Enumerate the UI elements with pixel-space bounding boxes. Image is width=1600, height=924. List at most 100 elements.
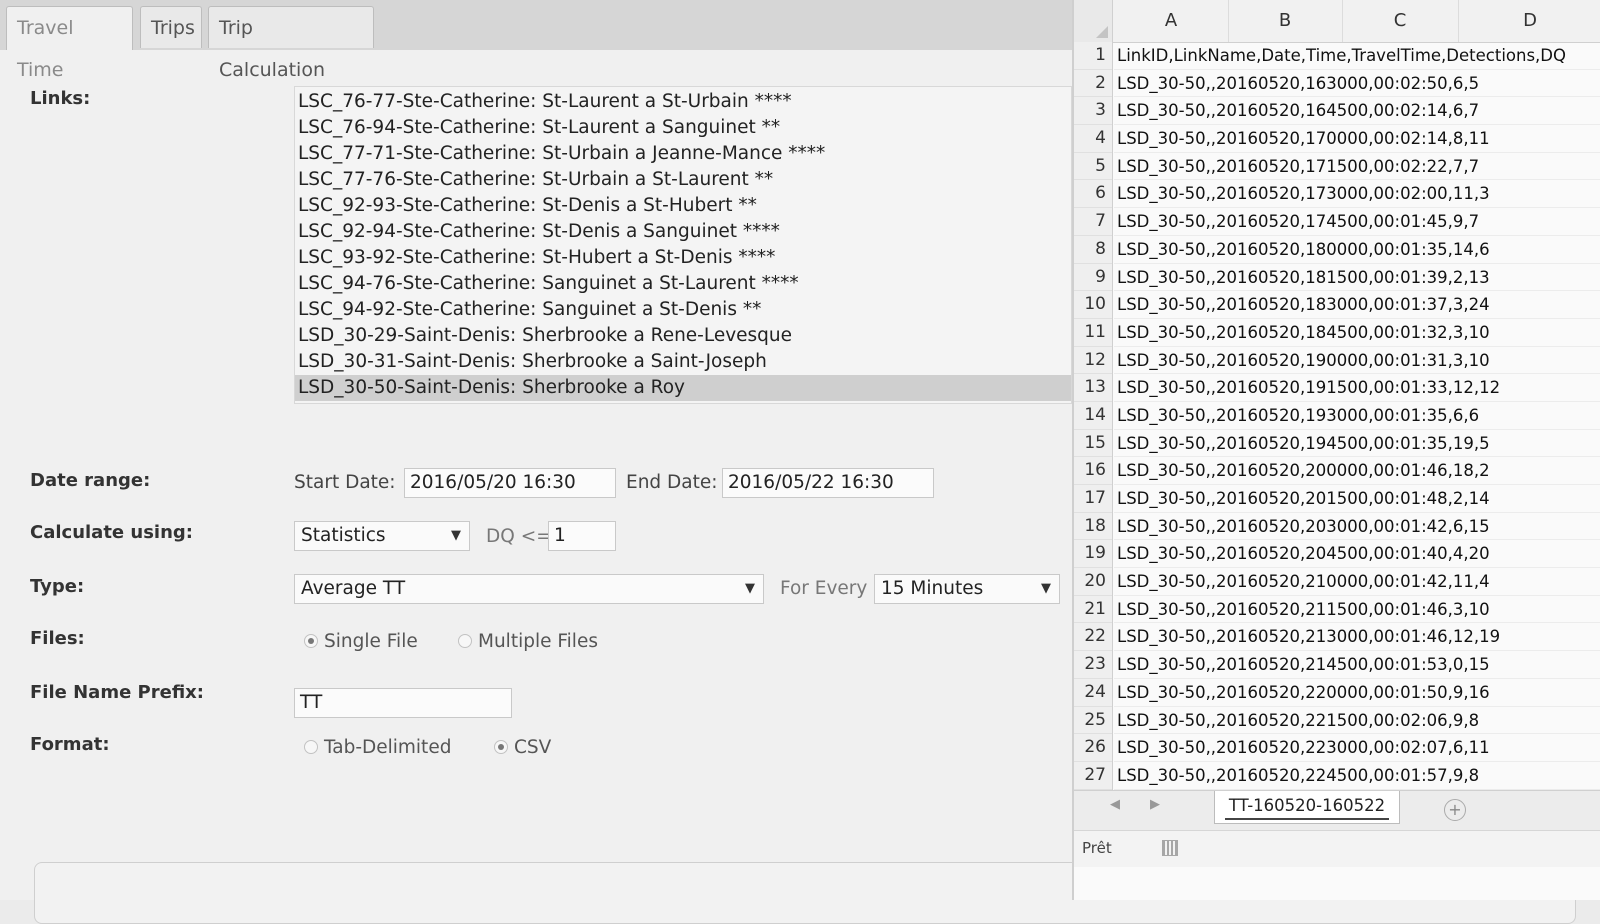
tab-delimited-radio[interactable]: Tab-Delimited: [304, 736, 451, 760]
column-header-b[interactable]: B: [1228, 0, 1343, 42]
row-number[interactable]: 21: [1074, 596, 1112, 624]
row-number[interactable]: 23: [1074, 651, 1112, 679]
row-number[interactable]: 20: [1074, 568, 1112, 596]
row-number[interactable]: 26: [1074, 734, 1112, 762]
single-file-radio[interactable]: Single File: [304, 630, 418, 654]
row-number[interactable]: 12: [1074, 347, 1112, 375]
table-row[interactable]: LSD_30-50,,20160520,170000,00:02:14,8,11: [1114, 125, 1600, 153]
link-list-item[interactable]: LSC_76-77-Ste-Catherine: St-Laurent a St…: [295, 89, 1071, 115]
column-header-c[interactable]: C: [1342, 0, 1459, 42]
row-number[interactable]: 14: [1074, 402, 1112, 430]
row-number[interactable]: 15: [1074, 430, 1112, 458]
row-number[interactable]: 6: [1074, 180, 1112, 209]
row-number[interactable]: 16: [1074, 457, 1112, 485]
table-row[interactable]: LSD_30-50,,20160520,204500,00:01:40,4,20: [1114, 540, 1600, 569]
plus-circle-icon[interactable]: +: [1444, 799, 1466, 821]
table-row[interactable]: LSD_30-50,,20160520,181500,00:01:39,2,13: [1114, 264, 1600, 292]
link-list-item[interactable]: LSD_30-29-Saint-Denis: Sherbrooke a Rene…: [295, 323, 1071, 349]
table-row[interactable]: LSD_30-50,,20160520,211500,00:01:46,3,10: [1114, 596, 1600, 624]
link-list-item[interactable]: LSC_77-71-Ste-Catherine: St-Urbain a Jea…: [295, 141, 1071, 167]
tab-travel-time[interactable]: Travel Time: [6, 6, 133, 81]
dropdown-arrow-icon: ▼: [451, 528, 461, 543]
tab-trips[interactable]: Trips: [140, 6, 202, 48]
link-list-item[interactable]: LSC_92-93-Ste-Catherine: St-Denis a St-H…: [295, 193, 1071, 219]
row-number[interactable]: 8: [1074, 236, 1112, 264]
table-row[interactable]: LSD_30-50,,20160520,201500,00:01:48,2,14: [1114, 485, 1600, 513]
end-date-input[interactable]: 2016/05/22 16:30: [722, 468, 934, 498]
row-number[interactable]: 9: [1074, 264, 1112, 292]
table-row[interactable]: LSD_30-50,,20160520,171500,00:02:22,7,7: [1114, 153, 1600, 181]
sheet-tab-bar: ◀ ▶ TT-160520-160522 +: [1074, 790, 1600, 831]
row-number[interactable]: 10: [1074, 291, 1112, 319]
table-row[interactable]: LSD_30-50,,20160520,220000,00:01:50,9,16: [1114, 679, 1600, 707]
csv-label: CSV: [514, 737, 552, 758]
dq-input[interactable]: 1: [548, 521, 616, 551]
interval-select[interactable]: 15 Minutes ▼: [874, 574, 1060, 604]
row-number[interactable]: 3: [1074, 97, 1112, 126]
table-row[interactable]: LSD_30-50,,20160520,194500,00:01:35,19,5: [1114, 430, 1600, 458]
prev-sheet-icon[interactable]: ◀: [1110, 797, 1120, 812]
row-number[interactable]: 25: [1074, 707, 1112, 735]
links-listbox[interactable]: LSC_76-77-Ste-Catherine: St-Laurent a St…: [294, 86, 1072, 404]
link-list-item[interactable]: LSD_30-31-Saint-Denis: Sherbrooke a Sain…: [295, 349, 1071, 375]
table-row[interactable]: LSD_30-50,,20160520,193000,00:01:35,6,6: [1114, 402, 1600, 430]
cell-mode-icon[interactable]: [1162, 840, 1178, 856]
link-list-item[interactable]: LSC_93-92-Ste-Catherine: St-Hubert a St-…: [295, 245, 1071, 271]
for-every-label: For Every: [780, 578, 868, 599]
row-number[interactable]: 5: [1074, 153, 1112, 181]
table-row[interactable]: LSD_30-50,,20160520,164500,00:02:14,6,7: [1114, 97, 1600, 126]
row-number[interactable]: 2: [1074, 70, 1112, 98]
row-number[interactable]: 22: [1074, 623, 1112, 652]
sheet-tab[interactable]: TT-160520-160522: [1214, 791, 1400, 824]
table-row[interactable]: LSD_30-50,,20160520,183000,00:01:37,3,24: [1114, 291, 1600, 319]
date-range-label: Date range:: [30, 470, 151, 491]
link-list-item[interactable]: LSC_77-76-Ste-Catherine: St-Urbain a St-…: [295, 167, 1071, 193]
link-list-item[interactable]: LSC_94-76-Ste-Catherine: Sanguinet a St-…: [295, 271, 1071, 297]
row-number[interactable]: 1: [1074, 42, 1112, 70]
table-row[interactable]: LSD_30-50,,20160520,213000,00:01:46,12,1…: [1114, 623, 1600, 652]
row-number[interactable]: 13: [1074, 374, 1112, 402]
table-row[interactable]: LSD_30-50,,20160520,184500,00:01:32,3,10: [1114, 319, 1600, 347]
row-number[interactable]: 11: [1074, 319, 1112, 347]
next-sheet-icon[interactable]: ▶: [1150, 797, 1160, 812]
row-number[interactable]: 7: [1074, 208, 1112, 236]
table-row[interactable]: LSD_30-50,,20160520,200000,00:01:46,18,2: [1114, 457, 1600, 485]
row-number[interactable]: 17: [1074, 485, 1112, 513]
table-row[interactable]: LSD_30-50,,20160520,203000,00:01:42,6,15: [1114, 513, 1600, 541]
table-row[interactable]: LSD_30-50,,20160520,210000,00:01:42,11,4: [1114, 568, 1600, 596]
select-all-corner[interactable]: [1074, 0, 1113, 42]
calculate-method-value: Statistics: [301, 525, 386, 546]
table-row[interactable]: LSD_30-50,,20160520,224500,00:01:57,9,8: [1114, 762, 1600, 790]
link-list-item[interactable]: LSC_94-92-Ste-Catherine: Sanguinet a St-…: [295, 297, 1071, 323]
row-number[interactable]: 24: [1074, 679, 1112, 707]
travel-time-panel: Travel Time Trips Trip Calculation Links…: [0, 0, 1072, 900]
row-number[interactable]: 18: [1074, 513, 1112, 541]
table-row[interactable]: LSD_30-50,,20160520,223000,00:02:07,6,11: [1114, 734, 1600, 762]
column-header-d[interactable]: D: [1458, 0, 1600, 42]
table-row[interactable]: LSD_30-50,,20160520,180000,00:01:35,14,6: [1114, 236, 1600, 264]
table-row[interactable]: LSD_30-50,,20160520,191500,00:01:33,12,1…: [1114, 374, 1600, 402]
calculate-method-select[interactable]: Statistics ▼: [294, 521, 470, 551]
link-list-item[interactable]: LSC_76-94-Ste-Catherine: St-Laurent a Sa…: [295, 115, 1071, 141]
table-row[interactable]: LSD_30-50,,20160520,163000,00:02:50,6,5: [1114, 70, 1600, 98]
tab-trip-calculation[interactable]: Trip Calculation: [208, 6, 374, 81]
table-row[interactable]: LSD_30-50,,20160520,221500,00:02:06,9,8: [1114, 707, 1600, 735]
row-number[interactable]: 27: [1074, 762, 1112, 790]
status-text: Prêt: [1082, 839, 1112, 857]
file-name-prefix-input[interactable]: TT: [294, 688, 512, 718]
row-number[interactable]: 19: [1074, 540, 1112, 569]
multiple-files-radio[interactable]: Multiple Files: [458, 630, 598, 654]
table-row[interactable]: LSD_30-50,,20160520,174500,00:01:45,9,7: [1114, 208, 1600, 236]
link-list-item[interactable]: LSD_30-50-Saint-Denis: Sherbrooke a Roy: [295, 375, 1071, 401]
start-date-input[interactable]: 2016/05/20 16:30: [404, 468, 616, 498]
row-number[interactable]: 4: [1074, 125, 1112, 153]
table-row[interactable]: LinkID,LinkName,Date,Time,TravelTime,Det…: [1114, 42, 1600, 70]
table-row[interactable]: LSD_30-50,,20160520,214500,00:01:53,0,15: [1114, 651, 1600, 679]
table-row[interactable]: LSD_30-50,,20160520,190000,00:01:31,3,10: [1114, 347, 1600, 375]
csv-radio[interactable]: CSV: [494, 736, 551, 760]
link-list-item[interactable]: LSC_92-94-Ste-Catherine: St-Denis a Sang…: [295, 219, 1071, 245]
column-header-a[interactable]: A: [1114, 0, 1229, 42]
table-row[interactable]: LSD_30-50,,20160520,173000,00:02:00,11,3: [1114, 180, 1600, 209]
type-select[interactable]: Average TT ▼: [294, 574, 764, 604]
radio-unchecked-icon: [304, 740, 318, 754]
